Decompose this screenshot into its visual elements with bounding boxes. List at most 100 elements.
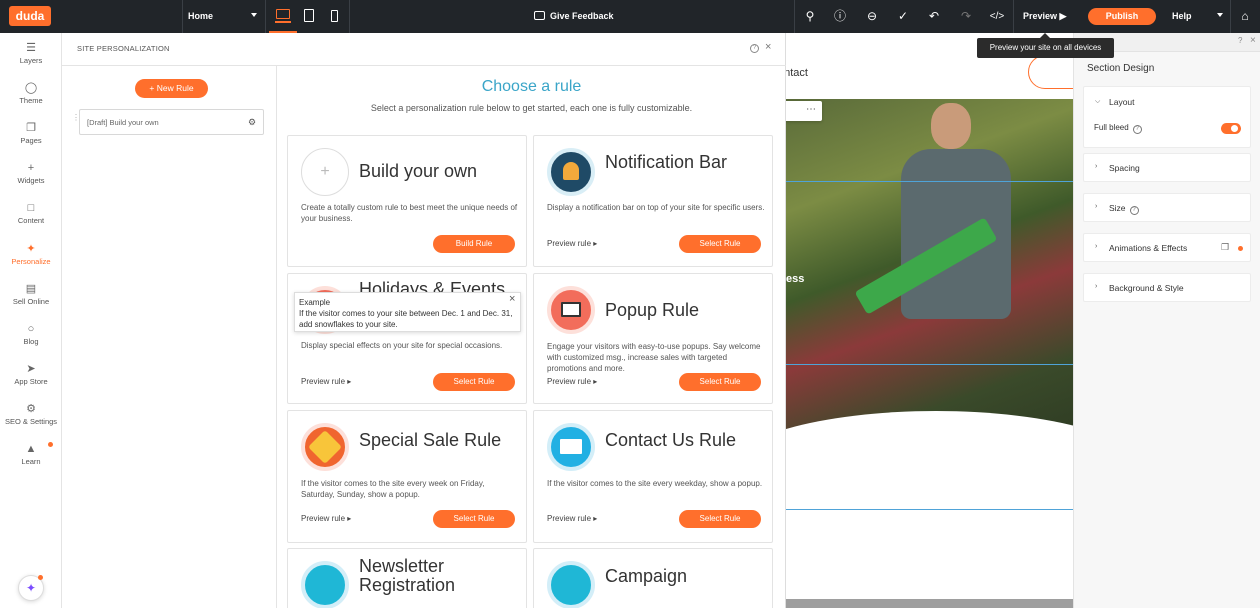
redo-icon[interactable]: ↷ — [951, 0, 981, 33]
section-toolbar[interactable]: ⋯ — [786, 101, 822, 121]
help-icon[interactable]: ? — [1129, 206, 1139, 215]
toolbar-divider — [349, 0, 350, 33]
background-style-section[interactable]: › Background & Style — [1083, 273, 1251, 302]
nav-pages[interactable]: ❐ Pages — [0, 120, 62, 158]
section-guide-line — [786, 364, 1073, 365]
gear-icon[interactable]: ⚙ — [248, 110, 256, 135]
close-icon[interactable]: × — [509, 294, 515, 305]
spacing-section[interactable]: › Spacing — [1083, 153, 1251, 182]
help-icon[interactable]: ? — [1132, 125, 1142, 134]
animations-section[interactable]: › Animations & Effects ❐ — [1083, 233, 1251, 262]
chevron-down-icon[interactable] — [251, 13, 257, 17]
pages-icon: ❐ — [26, 122, 36, 134]
info-icon[interactable]: ⓘ — [825, 0, 855, 33]
chevron-right-icon[interactable]: › — [1095, 163, 1097, 170]
card-title: Contact Us Rule — [605, 430, 737, 450]
help-menu[interactable]: Help — [1172, 0, 1192, 33]
full-bleed-toggle[interactable] — [1221, 123, 1241, 134]
chooser-title: Choose a rule — [481, 78, 582, 95]
zoom-out-icon[interactable]: ⊖ — [857, 0, 887, 33]
section-design-panel: ? × Section Design ⌵ Layout Full bleed? … — [1073, 33, 1260, 608]
chat-icon: ○ — [27, 323, 35, 335]
new-rule-button[interactable]: + New Rule — [135, 79, 208, 98]
size-section[interactable]: › Size? — [1083, 193, 1251, 222]
give-feedback-button[interactable]: Give Feedback — [534, 0, 614, 33]
example-text: If the visitor comes to your site betwee… — [299, 309, 513, 329]
preview-rule-link[interactable]: Preview rule ▸ — [301, 377, 351, 386]
devices-icon[interactable]: ❐ — [1221, 242, 1229, 253]
tablet-view-button[interactable] — [295, 0, 323, 33]
help-icon[interactable]: ? — [750, 44, 759, 53]
tablet-icon — [304, 9, 314, 22]
help-icon[interactable]: ? — [1238, 36, 1242, 45]
chevron-right-icon[interactable]: › — [1095, 243, 1097, 250]
nav-link-contact[interactable]: ontact — [786, 67, 808, 79]
rule-card-notification-bar: Notification Bar Display a notification … — [533, 135, 773, 267]
animations-label: Animations & Effects — [1109, 243, 1188, 253]
nav-blog[interactable]: ○ Blog — [0, 321, 62, 359]
nav-label: Theme — [19, 96, 43, 105]
desktop-view-button[interactable] — [269, 0, 297, 33]
preview-button[interactable]: Preview ▶ — [1023, 0, 1066, 33]
site-canvas[interactable]: ontact ess ⋯ — [786, 33, 1073, 608]
select-rule-button[interactable]: Select Rule — [433, 373, 515, 391]
more-options-icon[interactable]: ⋯ — [806, 104, 816, 115]
chevron-right-icon[interactable]: › — [1095, 283, 1097, 290]
mobile-view-button[interactable] — [320, 0, 348, 33]
chevron-right-icon[interactable]: › — [1095, 203, 1097, 210]
close-icon[interactable]: × — [765, 41, 771, 53]
search-icon[interactable]: ⚲ — [795, 0, 825, 33]
nav-theme[interactable]: ◯ Theme — [0, 80, 62, 118]
chevron-down-icon[interactable]: ⌵ — [1095, 98, 1100, 106]
nav-sell-online[interactable]: ▤ Sell Online — [0, 281, 62, 319]
publish-button[interactable]: Publish — [1088, 8, 1156, 25]
card-description: If the visitor comes to the site every w… — [547, 479, 763, 488]
nav-content[interactable]: □ Content — [0, 200, 62, 238]
build-rule-button[interactable]: Build Rule — [433, 235, 515, 253]
duda-logo[interactable]: duda — [9, 6, 51, 26]
preview-rule-link[interactable]: Preview rule ▸ — [547, 514, 597, 523]
layout-section[interactable]: ⌵ Layout Full bleed? — [1083, 86, 1251, 148]
preview-rule-link[interactable]: Preview rule ▸ — [301, 514, 351, 523]
header-cta-button[interactable] — [1028, 55, 1073, 89]
close-icon[interactable]: × — [1250, 35, 1256, 46]
home-icon[interactable]: ⌂ — [1230, 0, 1260, 33]
select-rule-button[interactable]: Select Rule — [433, 510, 515, 528]
select-rule-button[interactable]: Select Rule — [679, 235, 761, 253]
full-bleed-row: Full bleed? — [1094, 123, 1142, 134]
rule-card-contact-us: Contact Us Rule If the visitor comes to … — [533, 410, 773, 543]
envelope-shape — [560, 439, 582, 454]
checkmark-icon[interactable]: ✓ — [888, 0, 918, 33]
card-description: Display special effects on your site for… — [301, 341, 503, 350]
select-rule-button[interactable]: Select Rule — [679, 373, 761, 391]
nav-app-store[interactable]: ➤ App Store — [0, 361, 62, 399]
draft-rule-item[interactable]: [Draft] Build your own ⚙ — [79, 109, 264, 135]
page-selector[interactable]: Home — [188, 0, 213, 33]
bell-shape — [563, 162, 579, 180]
preview-rule-link[interactable]: Preview rule ▸ — [547, 239, 597, 248]
toolbar-divider — [265, 0, 266, 33]
select-rule-button[interactable]: Select Rule — [679, 510, 761, 528]
desktop-icon — [276, 9, 290, 19]
card-description: Engage your visitors with easy-to-use po… — [547, 342, 761, 373]
play-icon: ▶ — [1059, 11, 1067, 21]
chevron-down-icon[interactable] — [1217, 13, 1223, 17]
code-icon[interactable]: </> — [982, 0, 1012, 33]
example-popover: Example If the visitor comes to your sit… — [294, 292, 521, 332]
nav-personalize[interactable]: ✦ Personalize — [0, 241, 62, 279]
nav-seo-settings[interactable]: ⚙ SEO & Settings — [0, 401, 62, 439]
nav-label: Layers — [19, 56, 43, 65]
nav-label: SEO & Settings — [4, 417, 58, 426]
notification-dot — [1238, 246, 1243, 251]
nav-widgets[interactable]: + Widgets — [0, 160, 62, 198]
rule-card-popup: Popup Rule Engage your visitors with eas… — [533, 273, 773, 404]
nav-layers[interactable]: ☰ Layers — [0, 40, 62, 78]
mobile-icon — [331, 10, 338, 22]
nav-label: Content — [17, 216, 45, 225]
preview-rule-link[interactable]: Preview rule ▸ — [547, 377, 597, 386]
undo-icon[interactable]: ↶ — [919, 0, 949, 33]
card-description: Create a totally custom rule to best mee… — [301, 203, 518, 223]
nav-learn[interactable]: ▲ Learn — [0, 441, 62, 479]
site-scrollbar[interactable] — [786, 599, 1073, 608]
nav-label: Sell Online — [12, 297, 50, 306]
